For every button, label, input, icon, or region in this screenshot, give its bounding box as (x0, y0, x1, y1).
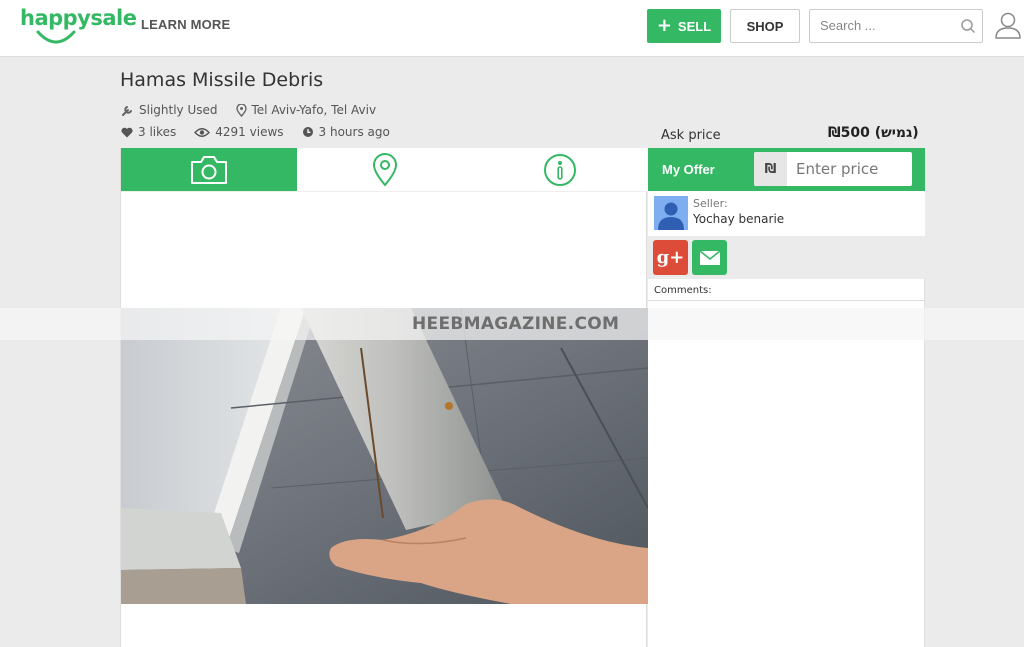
location-text: Tel Aviv-Yafo, Tel Aviv (251, 103, 377, 117)
default-avatar-icon (654, 196, 688, 230)
condition-text: Slightly Used (139, 103, 218, 117)
happysale-logo[interactable]: happysale (20, 6, 137, 46)
seller-avatar[interactable] (654, 196, 688, 230)
top-navbar: happysale LEARN MORE + SELL SHOP (0, 0, 1024, 57)
logo-smile-icon (36, 30, 76, 44)
offer-bar: My Offer ₪ (648, 148, 925, 191)
listing-title: Hamas Missile Debris (120, 69, 324, 91)
offer-side-panel: My Offer ₪ Seller: Yochay benarie g+ Com… (648, 148, 925, 647)
ask-price-value: ₪500 (גמיש) (828, 125, 919, 141)
logo-text: happysale (20, 6, 137, 30)
views-text: 4291 views (215, 125, 284, 139)
condition-item: Slightly Used (121, 103, 218, 117)
sell-button[interactable]: + SELL (647, 9, 721, 43)
google-plus-share-button[interactable]: g+ (653, 240, 688, 275)
missile-debris-photo (121, 308, 648, 604)
plus-icon: + (656, 15, 672, 36)
heart-icon (121, 127, 133, 138)
views-item: 4291 views (194, 125, 284, 139)
watermark-text: HEEBMAGAZINE.COM (412, 314, 620, 334)
seller-name[interactable]: Yochay benarie (693, 212, 784, 226)
shop-button[interactable]: SHOP (730, 9, 800, 43)
comments-section: Comments: (648, 279, 925, 301)
seller-row[interactable]: Seller: Yochay benarie (648, 192, 925, 236)
sell-label: SELL (677, 18, 712, 34)
map-pin-icon (372, 152, 397, 187)
my-offer-label: My Offer (662, 162, 715, 177)
likes-text: 3 likes (138, 125, 177, 139)
user-account-icon[interactable] (993, 10, 1023, 40)
eye-icon (194, 127, 211, 138)
posted-text: 3 hours ago (318, 125, 390, 139)
offer-price-input[interactable] (796, 160, 906, 178)
search-box[interactable] (809, 9, 983, 43)
listing-meta-row-1: Slightly Used Tel Aviv-Yafo, Tel Aviv (121, 103, 394, 117)
ask-price-label: Ask price (661, 128, 721, 143)
learn-more-link[interactable]: LEARN MORE (141, 17, 230, 32)
listing-meta-row-2: 3 likes 4291 views 3 hours ago (121, 125, 408, 139)
search-icon[interactable] (960, 18, 976, 34)
clock-icon (302, 126, 314, 138)
seller-label: Seller: (693, 197, 728, 210)
email-share-button[interactable] (692, 240, 727, 275)
likes-item[interactable]: 3 likes (121, 125, 176, 139)
offer-price-field[interactable]: ₪ (754, 152, 912, 186)
tab-info[interactable] (472, 148, 649, 191)
comments-label: Comments: (654, 285, 712, 296)
info-icon (544, 153, 577, 186)
share-row: g+ (648, 236, 925, 279)
currency-symbol: ₪ (754, 152, 787, 186)
listing-main-panel (120, 148, 649, 647)
tab-photos[interactable] (121, 148, 297, 191)
listing-photo[interactable] (121, 308, 648, 604)
posted-item: 3 hours ago (302, 125, 390, 139)
location-pin-icon (235, 103, 247, 117)
tab-map[interactable] (296, 148, 473, 191)
camera-icon (190, 155, 227, 184)
envelope-icon (699, 249, 720, 265)
wrench-icon (121, 104, 134, 117)
location-item: Tel Aviv-Yafo, Tel Aviv (235, 103, 377, 117)
search-input[interactable] (820, 18, 958, 33)
media-tabs (121, 148, 649, 192)
